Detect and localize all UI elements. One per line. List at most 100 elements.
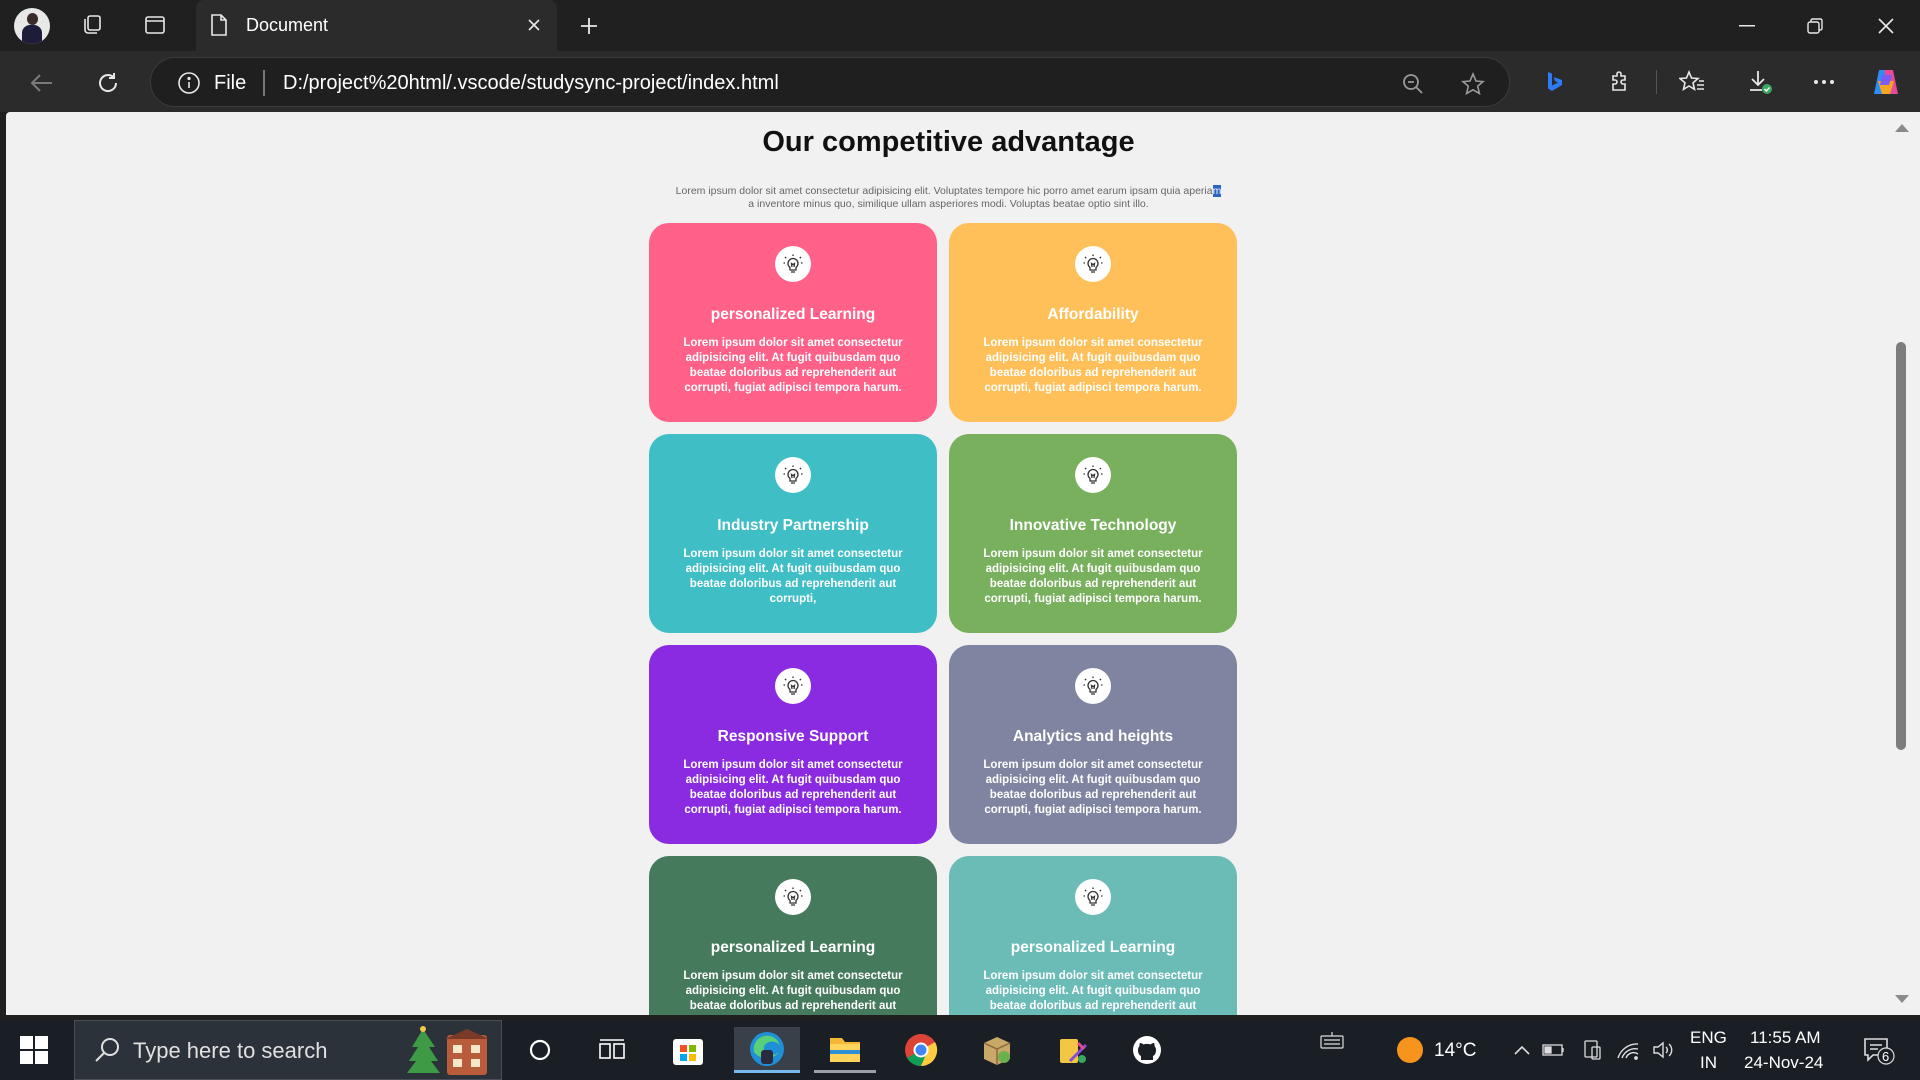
file-explorer-icon[interactable] bbox=[814, 1027, 876, 1073]
description-line-2: a inventore minus quo, similique ullam a… bbox=[748, 198, 1149, 210]
search-placeholder: Type here to search bbox=[133, 1038, 328, 1063]
volume-icon[interactable] bbox=[1652, 1038, 1676, 1062]
advantage-card: personalized Learning Lorem ipsum dolor … bbox=[949, 856, 1237, 1015]
card-text: Lorem ipsum dolor sit amet consectetur a… bbox=[983, 759, 1203, 816]
info-icon[interactable] bbox=[177, 71, 201, 100]
refresh-icon[interactable] bbox=[90, 65, 126, 101]
advantage-card: Responsive Support Lorem ipsum dolor sit… bbox=[649, 645, 937, 844]
scrollbar-thumb[interactable] bbox=[1896, 342, 1906, 750]
sticky-tool-icon[interactable] bbox=[1042, 1027, 1104, 1073]
lightbulb-icon bbox=[775, 457, 811, 493]
tab-actions-icon[interactable] bbox=[138, 8, 172, 42]
battery-icon[interactable] bbox=[1542, 1038, 1566, 1062]
card-text: Lorem ipsum dolor sit amet consectetur a… bbox=[983, 970, 1203, 1012]
page-viewport: Our competitive advantage Lorem ipsum do… bbox=[6, 112, 1881, 1015]
weather-sun-icon[interactable] bbox=[1396, 1036, 1424, 1064]
card-text: Lorem ipsum dolor sit amet consectetur a… bbox=[683, 759, 903, 816]
close-tab-icon[interactable] bbox=[521, 12, 547, 38]
close-window-icon[interactable] bbox=[1852, 0, 1920, 51]
lightbulb-icon bbox=[1075, 668, 1111, 704]
chevron-up-icon[interactable] bbox=[1510, 1038, 1534, 1062]
card-text: Lorem ipsum dolor sit amet consectetur a… bbox=[683, 337, 903, 394]
archive-app-icon[interactable] bbox=[966, 1027, 1028, 1073]
back-arrow-icon[interactable] bbox=[24, 65, 60, 101]
browser-titlebar: Document bbox=[0, 0, 1920, 51]
advantage-card: Industry Partnership Lorem ipsum dolor s… bbox=[649, 434, 937, 633]
task-view-icon[interactable] bbox=[588, 1027, 636, 1073]
favorites-icon[interactable] bbox=[1674, 64, 1710, 100]
card-title: personalized Learning bbox=[710, 939, 876, 956]
bing-icon[interactable] bbox=[1536, 64, 1572, 100]
url-text[interactable]: D:/project%20html/.vscode/studysync-proj… bbox=[283, 72, 779, 95]
page-title: Our competitive advantage bbox=[762, 126, 1135, 158]
advantage-card: Analytics and heights Lorem ipsum dolor … bbox=[949, 645, 1237, 844]
taskbar-search-box[interactable]: Type here to search bbox=[74, 1020, 502, 1080]
address-bar[interactable]: File D:/project%20html/.vscode/studysync… bbox=[150, 57, 1510, 107]
scroll-up-arrow-icon[interactable] bbox=[1895, 124, 1909, 132]
description-line-1: Lorem ipsum dolor sit amet consectetur a… bbox=[675, 185, 1213, 197]
card-title: Industry Partnership bbox=[717, 517, 869, 534]
holiday-decoration-icon bbox=[403, 1025, 493, 1077]
copilot-icon[interactable] bbox=[1868, 64, 1904, 100]
windows-start-icon[interactable] bbox=[20, 1036, 48, 1064]
language-label[interactable]: ENG bbox=[1690, 1028, 1727, 1048]
search-icon bbox=[93, 1035, 123, 1070]
tab-title: Document bbox=[246, 15, 329, 35]
lightbulb-icon bbox=[775, 879, 811, 915]
windows-taskbar: Type here to search 14°C ENG IN 11:55 AM… bbox=[0, 1020, 1920, 1080]
cortana-icon[interactable] bbox=[516, 1027, 564, 1073]
notification-count: 6 bbox=[1882, 1049, 1890, 1064]
lightbulb-icon bbox=[775, 668, 811, 704]
restore-icon[interactable] bbox=[1781, 0, 1849, 51]
region-label[interactable]: IN bbox=[1700, 1053, 1717, 1073]
microsoft-store-icon[interactable] bbox=[664, 1027, 712, 1073]
clock-date[interactable]: 24-Nov-24 bbox=[1744, 1053, 1823, 1073]
page-scrollbar[interactable] bbox=[1881, 112, 1920, 1015]
favorite-star-icon[interactable] bbox=[1459, 70, 1487, 98]
chrome-icon[interactable] bbox=[890, 1027, 952, 1073]
downloads-icon[interactable] bbox=[1742, 64, 1778, 100]
card-text: Lorem ipsum dolor sit amet consectetur a… bbox=[683, 970, 903, 1012]
touch-keyboard-icon[interactable] bbox=[1320, 1028, 1344, 1052]
advantage-card: Affordability Lorem ipsum dolor sit amet… bbox=[949, 223, 1237, 422]
card-title: personalized Learning bbox=[1010, 939, 1176, 956]
new-tab-button[interactable] bbox=[572, 9, 606, 43]
card-title: Affordability bbox=[1047, 306, 1139, 323]
lightbulb-icon bbox=[1075, 457, 1111, 493]
card-text: Lorem ipsum dolor sit amet consectetur a… bbox=[983, 548, 1203, 605]
extensions-icon[interactable] bbox=[1602, 64, 1638, 100]
card-title: Responsive Support bbox=[717, 728, 869, 745]
card-text: Lorem ipsum dolor sit amet consectetur a… bbox=[983, 337, 1203, 394]
lightbulb-icon bbox=[1075, 879, 1111, 915]
toolbar-divider bbox=[1656, 70, 1657, 94]
card-title: personalized Learning bbox=[710, 306, 876, 323]
card-title: Innovative Technology bbox=[1009, 517, 1177, 534]
page-description: Lorem ipsum dolor sit amet consectetur a… bbox=[646, 185, 1251, 211]
document-icon bbox=[210, 13, 228, 42]
profile-avatar[interactable] bbox=[14, 8, 50, 44]
card-text: Lorem ipsum dolor sit amet consectetur a… bbox=[683, 548, 903, 605]
minimize-icon[interactable] bbox=[1713, 0, 1781, 51]
lightbulb-icon bbox=[775, 246, 811, 282]
clock-time[interactable]: 11:55 AM bbox=[1750, 1028, 1821, 1048]
zoom-out-icon[interactable] bbox=[1399, 70, 1427, 98]
advantage-card: personalized Learning Lorem ipsum dolor … bbox=[649, 856, 937, 1015]
edge-browser-icon[interactable] bbox=[734, 1027, 800, 1073]
device-icon[interactable] bbox=[1580, 1038, 1604, 1062]
advantage-card: personalized Learning Lorem ipsum dolor … bbox=[649, 223, 937, 422]
url-scheme-label: File bbox=[214, 72, 247, 94]
address-divider bbox=[263, 70, 265, 96]
weather-temperature[interactable]: 14°C bbox=[1434, 1040, 1476, 1062]
advantage-card: Innovative Technology Lorem ipsum dolor … bbox=[949, 434, 1237, 633]
card-title: Analytics and heights bbox=[1012, 728, 1174, 745]
selected-text: m bbox=[1212, 185, 1222, 197]
wifi-icon[interactable] bbox=[1616, 1038, 1640, 1062]
scroll-down-arrow-icon[interactable] bbox=[1895, 995, 1909, 1003]
github-icon[interactable] bbox=[1116, 1027, 1178, 1073]
active-tab[interactable]: Document bbox=[196, 0, 557, 51]
lightbulb-icon bbox=[1075, 246, 1111, 282]
more-options-icon[interactable] bbox=[1806, 64, 1842, 100]
notification-center-icon[interactable] bbox=[1862, 1036, 1896, 1066]
workspaces-icon[interactable] bbox=[75, 8, 109, 42]
navigation-bar: File D:/project%20html/.vscode/studysync… bbox=[0, 51, 1920, 112]
